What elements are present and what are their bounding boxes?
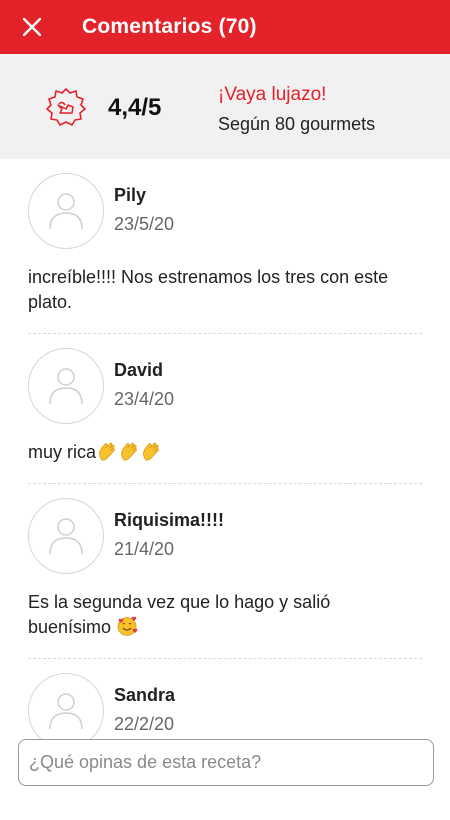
comment-text-body: Es la segunda vez que lo hago y salió bu… <box>28 592 331 637</box>
avatar[interactable] <box>28 498 104 574</box>
clapping-hands-icon <box>99 442 115 461</box>
comment-header: Riquisima!!!! 21/4/20 <box>28 498 422 574</box>
clapping-hands-icon <box>121 442 137 461</box>
clapping-hands-icon <box>143 442 159 461</box>
comment-meta: Sandra 22/2/20 <box>114 673 175 735</box>
user-placeholder-icon <box>49 193 83 230</box>
comment-text: increíble!!!! Nos estrenamos los tres co… <box>28 265 422 315</box>
comment-item: Sandra 22/2/20 <box>0 659 450 749</box>
comment-date: 23/5/20 <box>114 214 175 234</box>
comment-input-box[interactable] <box>18 739 434 786</box>
rating-praise: ¡Vaya lujazo! <box>218 84 327 105</box>
rating-basis: Según 80 gourmets <box>218 114 376 134</box>
comment-meta: Pily 23/5/20 <box>114 173 174 235</box>
comment-text: muy rica <box>28 440 422 465</box>
comment-date: 22/2/20 <box>114 714 175 734</box>
user-placeholder-icon <box>49 518 83 555</box>
smiling-face-with-hearts-icon <box>117 616 138 636</box>
comment-date: 23/4/20 <box>114 389 175 409</box>
comment-input[interactable] <box>19 740 433 785</box>
comment-header: Sandra 22/2/20 <box>28 673 422 749</box>
comment-text-body: muy rica <box>28 442 97 462</box>
comment-author: Riquisima!!!! <box>114 510 224 530</box>
rating-summary: 4,4/5 ¡Vaya lujazo! Según 80 gourmets <box>0 54 450 159</box>
comment-text-body: increíble!!!! Nos estrenamos los tres co… <box>28 267 389 312</box>
user-placeholder-icon <box>49 693 83 730</box>
close-button[interactable] <box>0 0 64 54</box>
avatar[interactable] <box>28 673 104 749</box>
comment-item: David 23/4/20 muy rica <box>0 334 450 484</box>
avatar[interactable] <box>28 173 104 249</box>
comment-author: Pily <box>114 185 147 205</box>
rating-score: 4,4/5 <box>108 94 162 121</box>
comment-header: Pily 23/5/20 <box>28 173 422 249</box>
comment-header: David 23/4/20 <box>28 348 422 424</box>
top-bar: Comentarios (70) <box>0 0 450 54</box>
comment-date: 21/4/20 <box>114 539 175 559</box>
page-title: Comentarios (70) <box>82 15 257 38</box>
close-icon <box>23 18 41 36</box>
chef-hat-badge-icon <box>46 88 86 126</box>
comment-text: Es la segunda vez que lo hago y salió bu… <box>28 590 422 640</box>
comment-item: Pily 23/5/20 increíble!!!! Nos estrenamo… <box>0 159 450 334</box>
comment-list[interactable]: Pily 23/5/20 increíble!!!! Nos estrenamo… <box>0 159 450 820</box>
comment-item: Riquisima!!!! 21/4/20 Es la segunda vez … <box>0 484 450 659</box>
comment-author: Sandra <box>114 685 176 705</box>
comment-author: David <box>114 360 164 380</box>
user-placeholder-icon <box>49 368 83 405</box>
comment-meta: Riquisima!!!! 21/4/20 <box>114 498 224 560</box>
comment-meta: David 23/4/20 <box>114 348 174 410</box>
avatar[interactable] <box>28 348 104 424</box>
comments-screen: Comentarios (70) 4,4/5 ¡Vaya lujazo! Seg… <box>0 0 450 820</box>
